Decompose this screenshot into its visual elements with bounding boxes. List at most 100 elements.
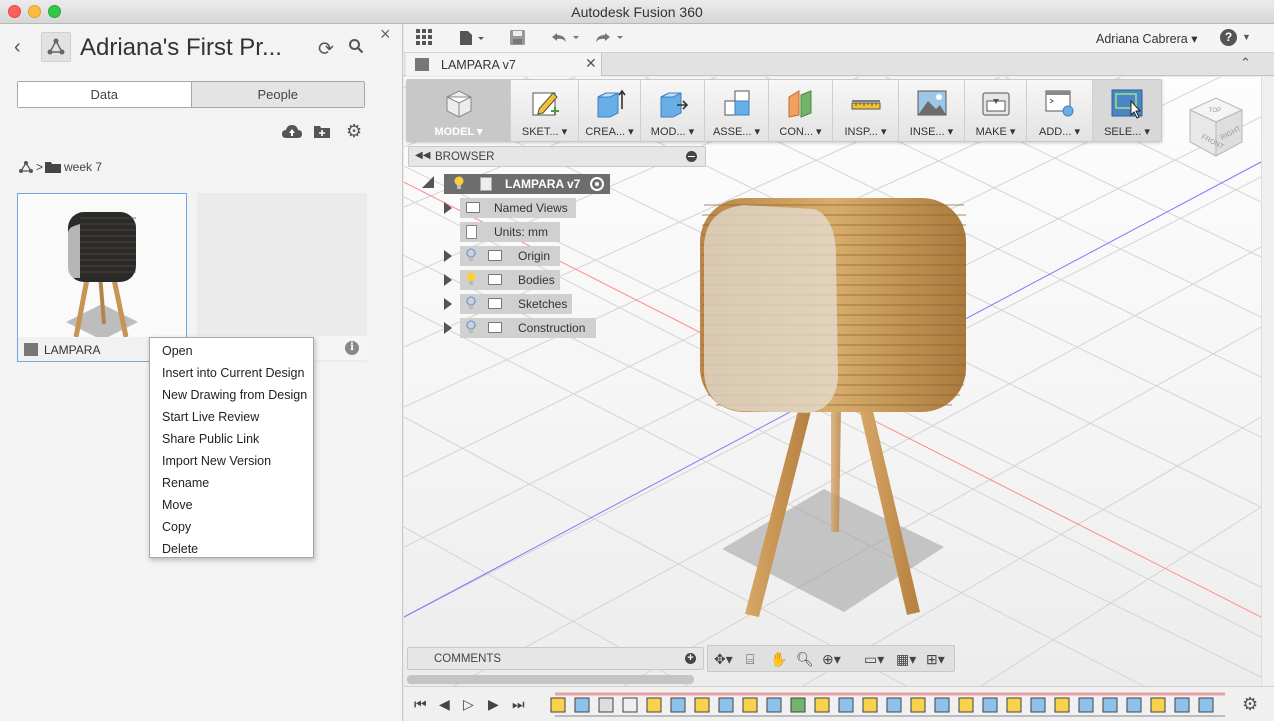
browser-node-construction[interactable]: Construction bbox=[460, 318, 596, 338]
menu-item-rename[interactable]: Rename bbox=[150, 472, 313, 494]
lightbulb-off-icon[interactable] bbox=[466, 320, 476, 334]
upload-cloud-icon[interactable] bbox=[281, 124, 303, 143]
browser-node-label: Bodies bbox=[518, 273, 555, 287]
close-tab-icon[interactable]: ✕ bbox=[585, 55, 597, 72]
menu-item-start-live-review[interactable]: Start Live Review bbox=[150, 406, 313, 428]
lightbulb-off-icon[interactable] bbox=[466, 296, 476, 310]
model-workspace-icon bbox=[446, 90, 471, 118]
expand-construction-icon[interactable] bbox=[444, 322, 452, 334]
horizontal-scrollbar[interactable] bbox=[407, 675, 694, 684]
display-settings-icon[interactable]: ▭▾ bbox=[864, 651, 884, 668]
vertical-scrollbar[interactable] bbox=[1261, 77, 1274, 697]
toolbar-make[interactable]: MAKE ▾ bbox=[965, 80, 1027, 141]
breadcrumb-folder[interactable]: week 7 bbox=[64, 160, 102, 174]
comments-panel[interactable]: COMMENTS + bbox=[407, 647, 704, 670]
toolbar-addins[interactable]: ADD... ▾ bbox=[1027, 80, 1093, 141]
pan-hand-icon[interactable]: ✋ bbox=[770, 651, 787, 668]
toolbar-assemble[interactable]: ASSE... ▾ bbox=[705, 80, 769, 141]
ribbon-toolbar: MODEL ▾ SKET... ▾ CREA... ▾ MOD... ▾ ASS… bbox=[406, 79, 1162, 142]
menu-item-open[interactable]: Open bbox=[150, 340, 313, 362]
menu-item-new-drawing-from-design[interactable]: New Drawing from Design bbox=[150, 384, 313, 406]
toolbar-modify[interactable]: MOD... ▾ bbox=[641, 80, 705, 141]
toolbar-label-select: SELE... ▾ bbox=[1104, 126, 1150, 138]
lightbulb-off-icon[interactable] bbox=[466, 248, 476, 262]
toolbar-inspect[interactable]: INSP... ▾ bbox=[833, 80, 899, 141]
save-icon[interactable] bbox=[510, 30, 525, 49]
workspace-switcher[interactable]: MODEL ▾ bbox=[407, 80, 511, 141]
new-folder-icon[interactable] bbox=[313, 124, 331, 142]
info-icon[interactable]: i bbox=[345, 341, 359, 355]
chevron-up-icon[interactable]: ⌃ bbox=[1240, 55, 1251, 71]
design-thumbnail bbox=[18, 194, 186, 337]
folder-icon bbox=[488, 274, 502, 285]
timeline-previous-icon[interactable]: ◀ bbox=[439, 696, 450, 713]
toolbar-insert[interactable]: INSE... ▾ bbox=[899, 80, 965, 141]
timeline-features[interactable] bbox=[549, 692, 1229, 718]
tree-expand-triangle-icon[interactable] bbox=[422, 176, 434, 188]
viewcube[interactable]: TOP FRONT RIGHT bbox=[1186, 96, 1246, 158]
viewcube-top-label: TOP bbox=[1209, 108, 1221, 114]
expand-origin-icon[interactable] bbox=[444, 250, 452, 262]
browser-header[interactable]: ◀◀ BROWSER bbox=[408, 146, 706, 167]
viewports-icon[interactable]: ⊞▾ bbox=[926, 651, 945, 668]
minimize-browser-icon[interactable] bbox=[686, 151, 697, 162]
refresh-icon[interactable]: ⟳ bbox=[318, 38, 334, 61]
browser-node-label: Sketches bbox=[518, 297, 568, 311]
timeline-start-icon[interactable]: ⏮ bbox=[414, 696, 427, 713]
help-icon[interactable]: ? bbox=[1220, 29, 1237, 46]
toolbar-construct[interactable]: CON... ▾ bbox=[769, 80, 833, 141]
menu-item-share-public-link[interactable]: Share Public Link bbox=[150, 428, 313, 450]
tab-data[interactable]: Data bbox=[18, 82, 191, 107]
collapse-browser-icon[interactable]: ◀◀ bbox=[415, 150, 430, 161]
search-icon[interactable] bbox=[348, 38, 364, 57]
timeline-next-icon[interactable]: ▶ bbox=[488, 696, 499, 713]
expand-bodies-icon[interactable] bbox=[444, 274, 452, 286]
project-root-icon[interactable] bbox=[18, 160, 34, 174]
browser-root-node[interactable]: LAMPARA v7 bbox=[444, 174, 610, 194]
toolbar-select[interactable]: SELE... ▾ bbox=[1093, 80, 1161, 141]
undo-icon[interactable] bbox=[549, 30, 581, 49]
lightbulb-icon[interactable] bbox=[454, 176, 464, 190]
design-box-icon bbox=[24, 343, 38, 356]
browser-node-label: Origin bbox=[518, 249, 551, 263]
help-dropdown-icon[interactable]: ▼ bbox=[1242, 32, 1251, 42]
browser-node-label: Units: mm bbox=[494, 225, 548, 239]
data-panel: ‹ Adriana's First Pr... ⟳ × Data People … bbox=[0, 24, 403, 721]
add-comment-icon[interactable]: + bbox=[685, 653, 696, 664]
zoom-icon[interactable]: 🔍︎ bbox=[796, 651, 814, 668]
browser-node-sketches[interactable]: Sketches bbox=[460, 294, 572, 314]
data-panel-grid-icon[interactable] bbox=[416, 29, 433, 50]
menu-item-import-new-version[interactable]: Import New Version bbox=[150, 450, 313, 472]
close-panel-icon[interactable]: × bbox=[380, 24, 391, 45]
orbit-icon[interactable]: ✥▾ bbox=[714, 651, 733, 668]
toolbar-create[interactable]: CREA... ▾ bbox=[579, 80, 641, 141]
browser-node-named-views[interactable]: Named Views bbox=[460, 198, 576, 218]
lightbulb-icon[interactable] bbox=[466, 272, 476, 286]
file-menu-icon[interactable] bbox=[459, 30, 487, 50]
3d-viewport[interactable] bbox=[404, 77, 1261, 697]
toolbar-sketch[interactable]: SKET... ▾ bbox=[511, 80, 579, 141]
back-icon[interactable]: ‹ bbox=[14, 37, 30, 57]
tab-people[interactable]: People bbox=[190, 82, 364, 107]
gear-icon[interactable]: ⚙ bbox=[346, 121, 362, 142]
browser-node-origin[interactable]: Origin bbox=[460, 246, 560, 266]
timeline-end-icon[interactable]: ⏭ bbox=[512, 696, 525, 713]
user-menu[interactable]: Adriana Cabrera ▾ bbox=[1096, 31, 1197, 46]
menu-item-move[interactable]: Move bbox=[150, 494, 313, 516]
window-title: Autodesk Fusion 360 bbox=[571, 4, 703, 20]
expand-named-views-icon[interactable] bbox=[444, 202, 452, 214]
document-tab[interactable]: LAMPARA v7 ✕ bbox=[406, 53, 602, 76]
menu-item-copy[interactable]: Copy bbox=[150, 516, 313, 538]
browser-node-bodies[interactable]: Bodies bbox=[460, 270, 560, 290]
menu-item-delete[interactable]: Delete bbox=[150, 538, 313, 560]
redo-icon[interactable] bbox=[593, 30, 625, 49]
grid-settings-icon[interactable]: ▦▾ bbox=[896, 651, 916, 668]
fit-icon[interactable]: ⊕▾ bbox=[822, 651, 841, 668]
timeline-play-icon[interactable]: ▷ bbox=[463, 696, 474, 713]
browser-node-units[interactable]: Units: mm bbox=[460, 222, 560, 242]
timeline-settings-gear-icon[interactable]: ⚙ bbox=[1242, 694, 1258, 715]
expand-sketches-icon[interactable] bbox=[444, 298, 452, 310]
menu-item-insert-into-current-design[interactable]: Insert into Current Design bbox=[150, 362, 313, 384]
activate-radio-icon[interactable] bbox=[590, 177, 604, 191]
look-at-icon[interactable]: ⌸ bbox=[746, 651, 754, 668]
